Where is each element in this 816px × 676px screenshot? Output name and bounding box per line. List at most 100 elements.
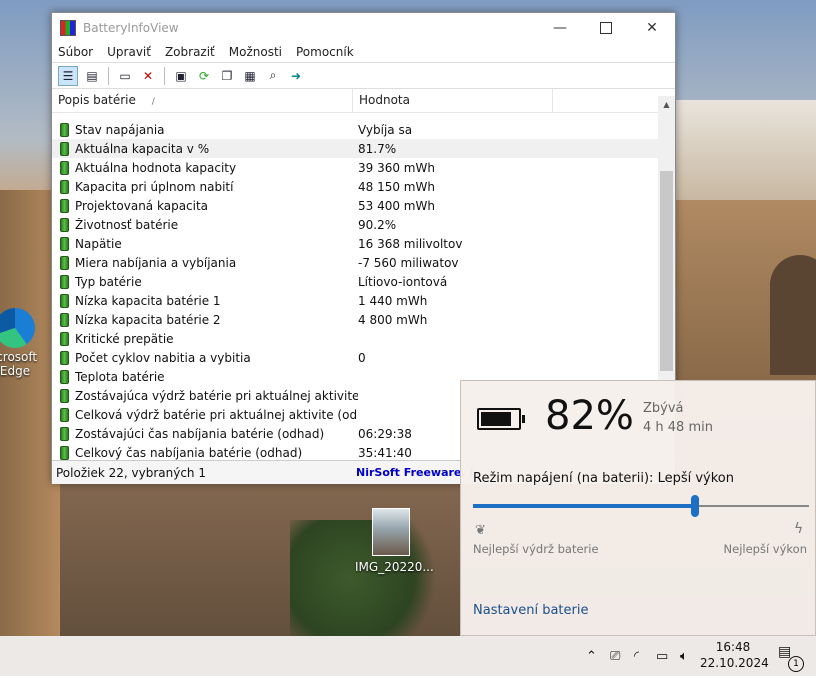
column-header-label: Popis batérie bbox=[58, 93, 136, 107]
status-item-count: Položiek 22, vybraných 1 bbox=[56, 465, 206, 480]
volume-icon[interactable]: 🔈︎ bbox=[680, 636, 688, 676]
desktop-icon-label: icrosoft bbox=[0, 350, 38, 364]
battery-row-icon bbox=[60, 331, 69, 346]
list-row[interactable]: Stav napájania Vybíja sa bbox=[52, 120, 658, 139]
best-performance-label: Nejlepší výkon bbox=[723, 542, 807, 556]
window-icon[interactable]: ▭ bbox=[116, 67, 134, 85]
properties-icon[interactable]: ☰ bbox=[58, 65, 78, 86]
search-icon[interactable]: ⌕ bbox=[264, 67, 282, 85]
remaining-time: 4 h 48 min bbox=[643, 420, 713, 435]
row-description: Typ batérie bbox=[75, 274, 142, 289]
power-mode-slider-fill bbox=[473, 504, 695, 508]
row-value: 06:29:38 bbox=[358, 426, 412, 441]
row-description: Aktuálna kapacita v % bbox=[75, 141, 210, 156]
battery-row-icon bbox=[60, 293, 69, 308]
battery-row-icon bbox=[60, 350, 69, 365]
scroll-up-icon[interactable]: ▲ bbox=[658, 96, 675, 113]
list-row[interactable]: Životnosť batérie 90.2% bbox=[52, 215, 658, 234]
battery-row-icon bbox=[60, 236, 69, 251]
desktop-icon-label: IMG_20220... bbox=[355, 560, 434, 574]
menu-help[interactable]: Pomocník bbox=[296, 45, 354, 59]
list-header: Popis batérie / Hodnota bbox=[52, 89, 675, 113]
close-button[interactable]: ✕ bbox=[629, 13, 675, 42]
row-description: Stav napájania bbox=[75, 122, 165, 137]
battery-row-icon bbox=[60, 388, 69, 403]
list-row[interactable]: Kritické prepätie bbox=[52, 329, 658, 348]
list-row[interactable]: Nízka kapacita batérie 1 1 440 mWh bbox=[52, 291, 658, 310]
row-value: 4 800 mWh bbox=[358, 312, 428, 327]
row-value: -7 560 miliwatov bbox=[358, 255, 459, 270]
row-description: Zostávajúca výdrž batérie pri aktuálnej … bbox=[75, 388, 358, 403]
column-header-value[interactable]: Hodnota bbox=[353, 89, 553, 112]
remaining-label: Zbývá bbox=[643, 401, 684, 416]
taskbar: ⌃ ⎚ ◜ ▭ 🔈︎ 16:48 22.10.2024 ▤ 1 bbox=[0, 636, 816, 676]
list-row[interactable]: Kapacita pri úplnom nabití 48 150 mWh bbox=[52, 177, 658, 196]
menu-file[interactable]: Súbor bbox=[58, 45, 93, 59]
list-row[interactable]: Aktuálna hodnota kapacity 39 360 mWh bbox=[52, 158, 658, 177]
taskbar-clock[interactable]: 16:48 22.10.2024 bbox=[700, 639, 769, 671]
list-row[interactable]: Miera nabíjania a vybíjania -7 560 miliwa… bbox=[52, 253, 658, 272]
wallpaper-arch bbox=[770, 255, 816, 375]
battery-flyout: 82% Zbývá 4 h 48 min Režim napájení (na … bbox=[460, 380, 816, 636]
battery-row-icon bbox=[60, 274, 69, 289]
list-icon[interactable]: ▤ bbox=[83, 67, 101, 85]
meet-now-icon[interactable]: ⎚ bbox=[610, 636, 620, 676]
row-description: Aktuálna hodnota kapacity bbox=[75, 160, 237, 175]
row-description: Celková výdrž batérie pri aktuálnej akti… bbox=[75, 407, 358, 422]
row-description: Miera nabíjania a vybíjania bbox=[75, 255, 237, 270]
save-icon[interactable]: ▣ bbox=[172, 67, 190, 85]
list-row[interactable]: Napätie 16 368 milivoltov bbox=[52, 234, 658, 253]
column-header-description[interactable]: Popis batérie / bbox=[52, 89, 353, 112]
row-description: Napätie bbox=[75, 236, 122, 251]
minimize-button[interactable]: — bbox=[537, 13, 583, 42]
row-value: 53 400 mWh bbox=[358, 198, 435, 213]
row-description: Teplota batérie bbox=[75, 369, 165, 384]
battery-row-icon bbox=[60, 407, 69, 422]
close-icon: ✕ bbox=[646, 19, 658, 36]
menu-view[interactable]: Zobraziť bbox=[165, 45, 215, 59]
title-bar[interactable]: BatteryInfoView — ✕ bbox=[52, 13, 675, 42]
battery-settings-link[interactable]: Nastavení baterie bbox=[473, 603, 588, 618]
row-description: Nízka kapacita batérie 1 bbox=[75, 293, 221, 308]
wifi-icon[interactable]: ◜ bbox=[634, 636, 639, 676]
list-row[interactable]: Projektovaná kapacita 53 400 mWh bbox=[52, 196, 658, 215]
row-description: Zostávajúci čas nabíjania batérie (odhad… bbox=[75, 426, 325, 441]
list-row[interactable]: Typ batérie Lítiovo-iontová bbox=[52, 272, 658, 291]
delete-icon[interactable]: ✕ bbox=[139, 67, 157, 85]
copy-icon[interactable]: ❐ bbox=[218, 67, 236, 85]
desktop-icon-edge[interactable]: icrosoft Edge bbox=[0, 308, 50, 378]
best-battery-label: Nejlepší výdrž baterie bbox=[473, 542, 599, 556]
battery-tray-icon[interactable]: ▭ bbox=[656, 636, 668, 676]
battery-row-icon bbox=[60, 160, 69, 175]
scrollbar-thumb[interactable] bbox=[660, 171, 673, 371]
row-value: 16 368 milivoltov bbox=[358, 236, 463, 251]
nirsoft-link[interactable]: NirSoft Freeware. I bbox=[356, 466, 473, 479]
power-mode-slider-thumb[interactable] bbox=[690, 495, 699, 517]
list-row[interactable]: Počet cyklov nabitia a vybitia 0 bbox=[52, 348, 658, 367]
battery-nub bbox=[522, 415, 525, 423]
row-value: Vybíja sa bbox=[358, 122, 413, 137]
battery-row-icon bbox=[60, 255, 69, 270]
clock-date: 22.10.2024 bbox=[700, 656, 769, 670]
row-description: Projektovaná kapacita bbox=[75, 198, 209, 213]
menu-options[interactable]: Možnosti bbox=[229, 45, 282, 59]
battery-icon bbox=[477, 408, 525, 430]
show-hidden-icons-button[interactable]: ⌃ bbox=[586, 636, 597, 676]
battery-row-icon bbox=[60, 312, 69, 327]
row-description: Kritické prepätie bbox=[75, 331, 174, 346]
exit-icon[interactable]: ➜ bbox=[287, 67, 305, 85]
battery-row-icon bbox=[60, 217, 69, 232]
html-report-icon[interactable]: ▦ bbox=[241, 67, 259, 85]
minimize-icon: — bbox=[553, 19, 567, 36]
battery-row-icon bbox=[60, 179, 69, 194]
menu-edit[interactable]: Upraviť bbox=[107, 45, 151, 59]
desktop-icon-image-file[interactable]: IMG_20220... bbox=[355, 508, 434, 574]
battery-row-icon bbox=[60, 141, 69, 156]
app-icon bbox=[60, 19, 76, 36]
leaf-icon: ❦ bbox=[475, 523, 486, 538]
list-row[interactable]: Aktuálna kapacita v % 81.7% bbox=[52, 139, 658, 158]
list-row[interactable]: Nízka kapacita batérie 2 4 800 mWh bbox=[52, 310, 658, 329]
refresh-icon[interactable]: ⟳ bbox=[195, 67, 213, 85]
maximize-button[interactable] bbox=[583, 13, 629, 42]
power-mode-label: Režim napájení (na baterii): Lepší výkon bbox=[473, 471, 734, 486]
